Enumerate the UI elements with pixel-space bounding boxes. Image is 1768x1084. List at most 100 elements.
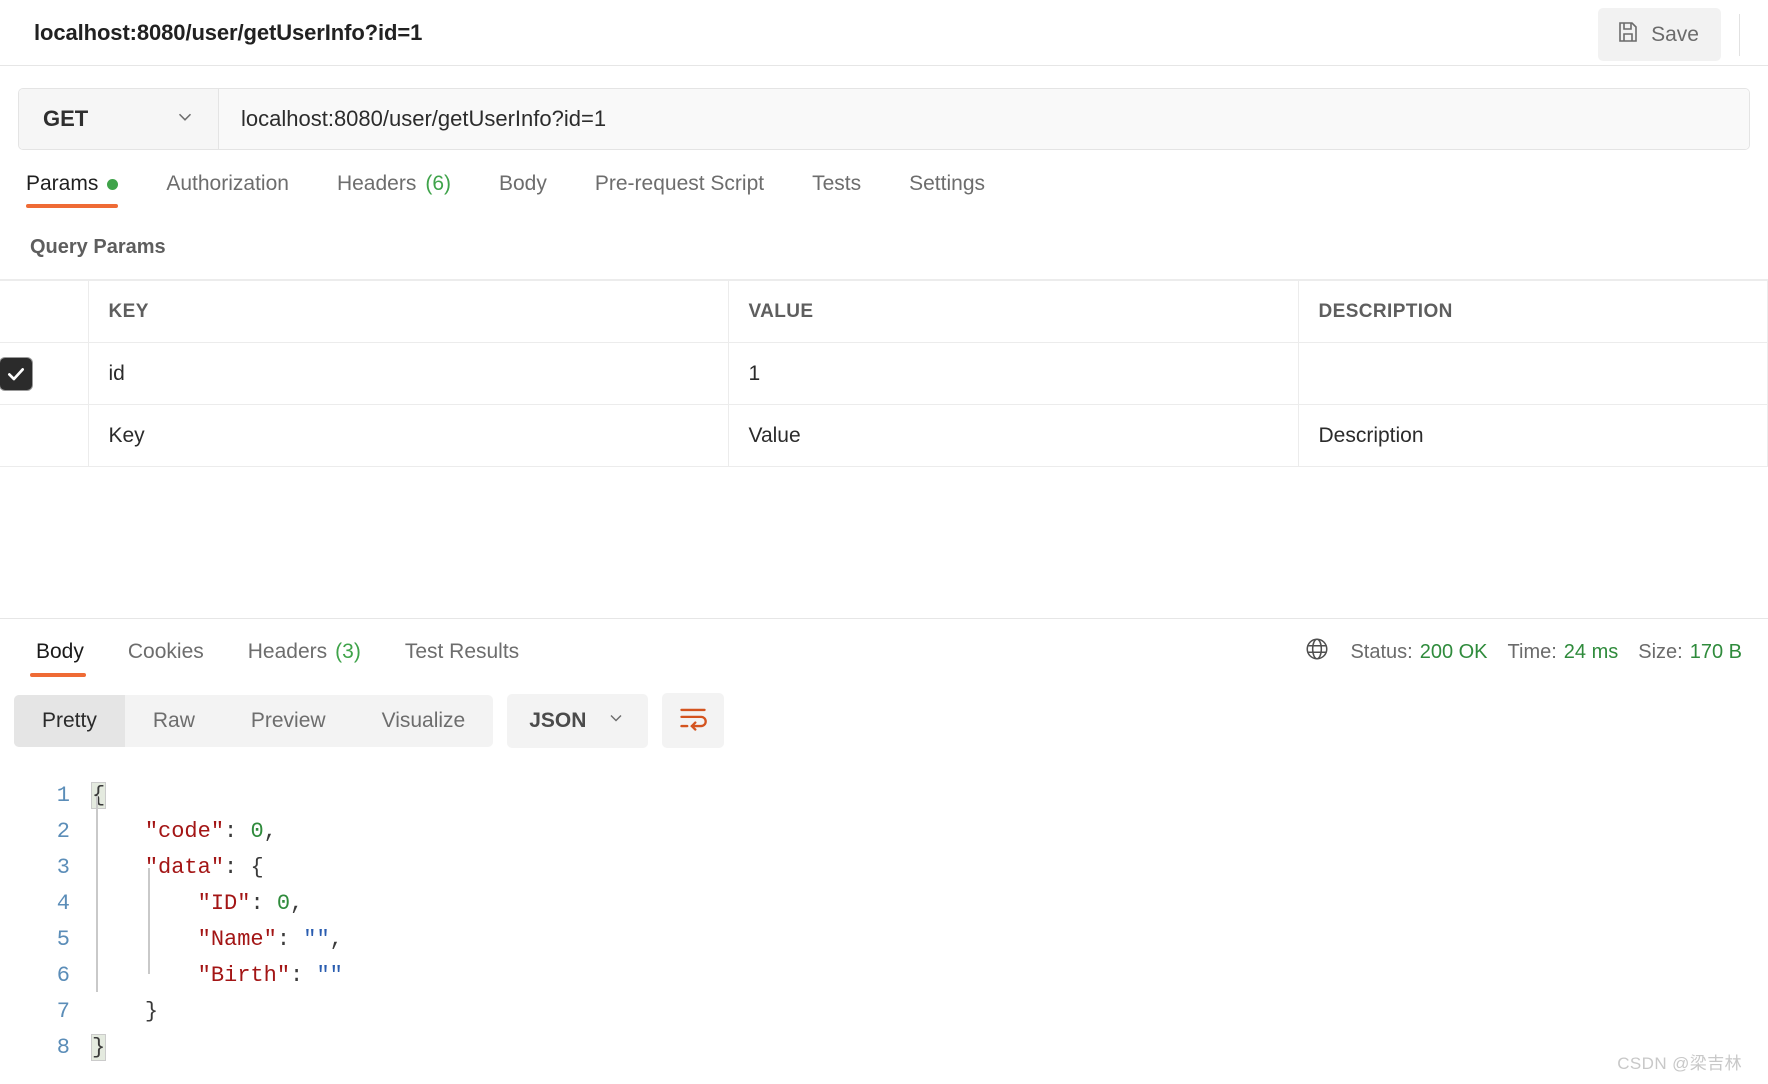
response-tab-cookies-label: Cookies: [127, 640, 204, 663]
column-header-key: KEY: [88, 280, 729, 343]
new-row-description-input[interactable]: Description: [1298, 404, 1768, 467]
column-header-description: DESCRIPTION: [1298, 280, 1768, 343]
word-wrap-icon: [678, 705, 708, 736]
time-label: Time:: [1507, 640, 1557, 663]
status-label: Status:: [1350, 640, 1413, 663]
postman-request-window: localhost:8080/user/getUserInfo?id=1 Sav…: [0, 0, 1768, 1084]
row-key-input[interactable]: id: [88, 342, 729, 405]
tab-headers[interactable]: Headers (6): [313, 172, 475, 208]
topbar-divider: [1739, 13, 1740, 56]
line-number: 2: [56, 819, 70, 844]
tab-tests[interactable]: Tests: [788, 172, 885, 208]
line-number: 4: [56, 891, 70, 916]
http-method-select[interactable]: GET: [19, 89, 219, 149]
line-number: 7: [56, 999, 70, 1024]
params-active-dot-icon: [107, 178, 119, 190]
new-row-enable-cell: [0, 404, 89, 467]
url-input[interactable]: localhost:8080/user/getUserInfo?id=1: [219, 89, 1749, 149]
page-title: localhost:8080/user/getUserInfo?id=1: [34, 19, 423, 45]
line-number: 6: [56, 963, 70, 988]
response-tab-test-results[interactable]: Test Results: [383, 619, 541, 685]
vertical-scrollbar[interactable]: [1763, 66, 1768, 150]
column-header-checkbox: [0, 280, 89, 343]
code-line-1: {: [90, 782, 107, 809]
tab-params[interactable]: Params: [26, 172, 142, 208]
code-line-2: "code": 0,: [144, 819, 277, 844]
view-mode-visualize[interactable]: Visualize: [354, 695, 494, 747]
response-tab-body[interactable]: Body: [14, 619, 106, 685]
response-view-mode-group: Pretty Raw Preview Visualize: [14, 694, 494, 747]
table-row: Key Value Description: [0, 404, 1768, 467]
response-body-toolbar: Pretty Raw Preview Visualize JSON: [14, 693, 725, 748]
status-badge: Status: 200 OK: [1350, 641, 1487, 664]
response-tab-body-label: Body: [36, 640, 84, 663]
column-header-value: VALUE: [728, 280, 1299, 343]
row-description-input[interactable]: [1298, 342, 1768, 405]
new-row-key-input[interactable]: Key: [88, 404, 729, 467]
floppy-disk-icon: [1616, 20, 1640, 49]
fold-guide-inner: [148, 868, 150, 974]
time-value: 24 ms: [1563, 640, 1619, 663]
tab-pre-request-script-label: Pre-request Script: [594, 172, 765, 195]
request-tab-bar: Params Authorization Headers (6) Body Pr…: [0, 150, 1768, 208]
line-number: 1: [56, 783, 70, 808]
chevron-down-icon: [174, 106, 196, 133]
view-mode-raw[interactable]: Raw: [125, 695, 223, 747]
line-number-gutter: 1 2 3 4 5 6 7 8: [0, 778, 92, 1084]
code-line-5: "Name": "",: [197, 927, 343, 952]
save-button[interactable]: Save: [1598, 8, 1721, 61]
tab-params-label: Params: [26, 172, 99, 195]
row-enable-cell: [0, 342, 89, 405]
response-format-select[interactable]: JSON: [507, 693, 649, 748]
view-mode-preview[interactable]: Preview: [223, 695, 354, 747]
tab-authorization-label: Authorization: [166, 172, 289, 195]
save-button-label: Save: [1651, 22, 1699, 46]
response-tab-cookies[interactable]: Cookies: [106, 619, 226, 685]
code-line-4: "ID": 0,: [197, 891, 304, 916]
tab-tests-label: Tests: [812, 172, 862, 195]
topbar-actions: Save: [1598, 8, 1740, 61]
line-number: 3: [56, 855, 70, 880]
line-number: 5: [56, 927, 70, 952]
query-params-table-wrapper: KEY VALUE DESCRIPTION id 1 Key Value Des…: [0, 279, 1768, 467]
table-header-row: KEY VALUE DESCRIPTION: [0, 280, 1768, 343]
tab-headers-label: Headers: [336, 172, 417, 195]
fold-guide-outer: [96, 796, 98, 992]
response-tab-headers-count: (3): [335, 640, 361, 663]
watermark: CSDN @梁吉林: [1617, 1054, 1742, 1073]
response-tab-headers[interactable]: Headers (3): [226, 619, 383, 685]
code-line-3: "data": {: [144, 855, 264, 880]
tab-pre-request-script[interactable]: Pre-request Script: [571, 172, 788, 208]
code-line-8: }: [90, 1034, 107, 1061]
line-number: 8: [56, 1035, 70, 1060]
query-params-table: KEY VALUE DESCRIPTION id 1 Key Value Des…: [0, 280, 1768, 467]
tab-settings[interactable]: Settings: [885, 172, 1009, 208]
response-meta: Status: 200 OK Time: 24 ms Size: 170 B: [1304, 619, 1742, 685]
row-enabled-checkbox[interactable]: [0, 357, 32, 390]
row-value-input[interactable]: 1: [728, 342, 1299, 405]
new-row-value-input[interactable]: Value: [728, 404, 1299, 467]
code-line-6: "Birth": "": [197, 963, 343, 988]
size-label: Size:: [1638, 640, 1683, 663]
response-tab-test-results-label: Test Results: [404, 640, 520, 663]
code-line-7: }: [144, 999, 159, 1024]
chevron-down-icon: [606, 708, 626, 734]
status-value: 200 OK: [1419, 640, 1488, 663]
response-format-label: JSON: [529, 708, 587, 732]
table-row: id 1: [0, 342, 1768, 405]
tab-headers-count: (6): [425, 172, 451, 195]
url-bar: GET localhost:8080/user/getUserInfo?id=1: [18, 88, 1750, 150]
response-body-viewer[interactable]: 1 2 3 4 5 6 7 8 { "code": 0, "data": { "…: [0, 778, 1768, 1084]
word-wrap-button[interactable]: [662, 693, 725, 748]
code-content[interactable]: { "code": 0, "data": { "ID": 0, "Name": …: [90, 778, 1768, 1084]
view-mode-pretty[interactable]: Pretty: [14, 694, 125, 747]
http-method-label: GET: [43, 106, 89, 131]
tab-body[interactable]: Body: [475, 172, 571, 208]
tab-authorization[interactable]: Authorization: [142, 172, 313, 208]
globe-icon[interactable]: [1304, 636, 1330, 668]
size-value: 170 B: [1689, 640, 1742, 663]
size-badge: Size: 170 B: [1638, 641, 1742, 664]
tab-settings-label: Settings: [909, 172, 986, 195]
response-tab-headers-label: Headers: [247, 640, 328, 663]
window-topbar: localhost:8080/user/getUserInfo?id=1 Sav…: [0, 0, 1768, 66]
